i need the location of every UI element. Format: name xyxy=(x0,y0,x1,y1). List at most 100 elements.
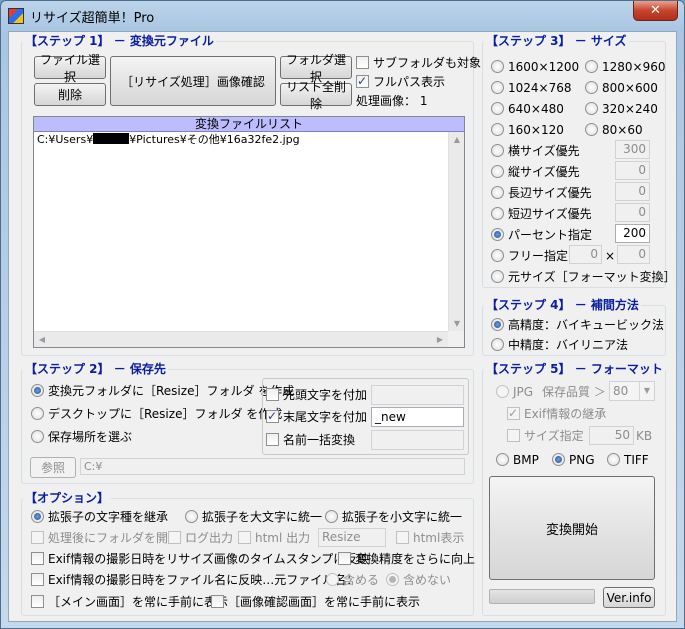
html-output-checkbox[interactable]: html 出力 xyxy=(238,530,310,546)
percent-input[interactable]: 200 xyxy=(615,224,650,243)
long-side-input[interactable]: 0 xyxy=(615,182,650,201)
short-side-radio[interactable]: 短辺サイズ優先 xyxy=(491,206,592,222)
free-width-input[interactable]: 0 xyxy=(569,245,602,264)
html-name-input[interactable]: Resize xyxy=(318,528,386,547)
preview-topmost-label: ［画像確認画面］を常に手前に表示 xyxy=(228,595,421,609)
checkbox-box xyxy=(211,595,224,608)
jpg-quality-select[interactable]: 80 ▼ xyxy=(609,381,655,401)
size-320-radio[interactable]: 320×240 xyxy=(585,101,658,117)
scroll-up-icon[interactable]: ▲ xyxy=(449,132,465,148)
radio-dot xyxy=(491,165,504,178)
prefix-checkbox[interactable]: 先頭文字を付加 xyxy=(266,387,367,403)
prefix-input[interactable] xyxy=(371,385,464,405)
scroll-left-icon[interactable]: ◀ xyxy=(34,332,50,348)
exif-timestamp-checkbox[interactable]: Exif情報の撮影日時をリサイズ画像のタイムスタンプに反映 xyxy=(31,551,369,567)
processed-count: 処理画像： 1 xyxy=(356,93,427,109)
height-priority-input[interactable]: 0 xyxy=(615,161,650,180)
size-80-label: 80×60 xyxy=(602,123,643,137)
full-path-checkbox[interactable]: フルパス表示 xyxy=(356,73,445,90)
ext-upper-radio[interactable]: 拡張子を大文字に統一 xyxy=(185,509,322,525)
clear-list-button[interactable]: リスト全削除 xyxy=(280,80,352,111)
list-item[interactable]: C:¥Users¥ ¥Pictures¥その他¥16a32fe2.jpg xyxy=(37,133,300,147)
folder-select-button[interactable]: フォルダ選択 xyxy=(280,53,352,84)
size-80-radio[interactable]: 80×60 xyxy=(585,122,643,138)
long-side-radio[interactable]: 長辺サイズ優先 xyxy=(491,185,592,201)
progress-bar xyxy=(489,589,595,604)
checkbox-box xyxy=(168,531,181,544)
scroll-right-icon[interactable]: ▶ xyxy=(432,332,448,348)
file-list[interactable]: 変換ファイルリスト C:¥Users¥ ¥Pictures¥その他¥16a32fe… xyxy=(33,116,465,348)
scroll-down-icon[interactable]: ▼ xyxy=(449,316,465,332)
radio-dot xyxy=(491,60,504,73)
improve-precision-checkbox[interactable]: 変換精度をさらに向上 xyxy=(338,551,475,567)
size-1600-radio[interactable]: 1600×1200 xyxy=(491,59,579,75)
rename-checkbox[interactable]: 名前一括変換 xyxy=(266,432,355,448)
size-1280-radio[interactable]: 1280×960 xyxy=(585,59,666,75)
jpg-radio[interactable]: JPG xyxy=(496,384,533,400)
bmp-radio[interactable]: BMP xyxy=(496,452,539,468)
size-320-label: 320×240 xyxy=(602,102,658,116)
radio-dot xyxy=(585,102,598,115)
horizontal-scrollbar[interactable]: ◀ ▶ xyxy=(34,331,448,347)
size-spec-checkbox[interactable]: サイズ指定 xyxy=(507,428,584,444)
convert-start-button[interactable]: 変換開始 xyxy=(489,476,655,580)
open-folder-checkbox[interactable]: 処理後にフォルダを開く xyxy=(31,530,180,546)
vertical-scrollbar[interactable]: ▲ ▼ xyxy=(448,132,464,332)
size-spec-label: サイズ指定 xyxy=(524,429,584,443)
rename-input[interactable] xyxy=(371,430,464,450)
suffix-input[interactable]: _new xyxy=(371,407,464,427)
browse-button[interactable]: 参照 xyxy=(30,457,76,478)
original-size-radio[interactable]: 元サイズ［フォーマット変換］ xyxy=(491,269,676,285)
exclude-orig-radio[interactable]: 含めない xyxy=(386,572,451,588)
file-select-button[interactable]: ファイル選択 xyxy=(34,53,106,84)
png-radio[interactable]: PNG xyxy=(552,452,595,468)
radio-dot xyxy=(386,573,399,586)
prefix-label: 先頭文字を付加 xyxy=(283,388,368,402)
close-button[interactable]: ✕ xyxy=(633,1,678,21)
bilinear-label: 中精度：バイリニア法 xyxy=(508,338,629,352)
save-path-input[interactable]: C:¥ xyxy=(80,458,465,475)
include-subfolders-checkbox[interactable]: サブフォルダも対象 xyxy=(356,55,481,71)
radio-dot xyxy=(31,407,44,420)
width-priority-radio[interactable]: 横サイズ優先 xyxy=(491,143,580,159)
tiff-radio[interactable]: TIFF xyxy=(607,452,649,468)
radio-dot xyxy=(31,384,44,397)
ext-lower-radio[interactable]: 拡張子を小文字に統一 xyxy=(325,509,462,525)
size-640-radio[interactable]: 640×480 xyxy=(491,101,564,117)
bicubic-radio[interactable]: 高精度：バイキュービック法 xyxy=(491,317,664,333)
preview-topmost-checkbox[interactable]: ［画像確認画面］を常に手前に表示 xyxy=(211,594,420,610)
suffix-checkbox[interactable]: 末尾文字を付加 xyxy=(266,408,367,425)
height-priority-radio[interactable]: 縦サイズ優先 xyxy=(491,164,580,180)
save-source-folder-radio[interactable]: 変換元フォルダに［Resize］フォルダ を作成 xyxy=(31,383,294,399)
bilinear-radio[interactable]: 中精度：バイリニア法 xyxy=(491,337,628,353)
bmp-label: BMP xyxy=(513,453,539,467)
size-800-radio[interactable]: 800×600 xyxy=(585,80,658,96)
include-orig-radio[interactable]: 含める xyxy=(326,572,379,588)
ext-lower-label: 拡張子を小文字に統一 xyxy=(342,510,463,524)
html-show-checkbox[interactable]: html表示 xyxy=(396,530,464,546)
bicubic-label: 高精度：バイキュービック法 xyxy=(508,318,665,332)
short-side-input[interactable]: 0 xyxy=(615,203,650,222)
open-folder-label: 処理後にフォルダを開く xyxy=(48,531,181,545)
percent-radio[interactable]: パーセント指定 xyxy=(491,227,592,243)
size-1024-radio[interactable]: 1024×768 xyxy=(491,80,572,96)
title-bar[interactable]: リサイズ超簡単！Pro ✕ xyxy=(1,1,684,31)
file-list-header: 変換ファイルリスト xyxy=(34,117,464,132)
exif-filename-checkbox[interactable]: Exif情報の撮影日時をファイル名に反映…元ファイル名： xyxy=(31,572,358,588)
main-topmost-checkbox[interactable]: ［メイン画面］を常に手前に表示 xyxy=(31,594,228,610)
free-size-radio[interactable]: フリー指定 xyxy=(491,248,568,264)
width-priority-input[interactable]: 300 xyxy=(615,140,650,159)
save-desktop-radio[interactable]: デスクトップに［Resize］フォルダ を作成 xyxy=(31,406,282,422)
version-info-button[interactable]: Ver.info xyxy=(603,587,655,608)
save-choose-radio[interactable]: 保存場所を選ぶ xyxy=(31,429,132,445)
delete-button[interactable]: 削除 xyxy=(34,83,106,106)
log-output-label: ログ出力 xyxy=(185,531,234,545)
ext-keep-radio[interactable]: 拡張子の文字種を継承 xyxy=(31,509,168,525)
checkbox-box xyxy=(238,531,251,544)
resize-preview-button[interactable]: ［リサイズ処理］画像確認 xyxy=(110,56,276,106)
size-spec-input[interactable]: 50 xyxy=(589,426,634,445)
exif-keep-checkbox[interactable]: Exif情報の継承 xyxy=(507,405,606,422)
size-160-radio[interactable]: 160×120 xyxy=(491,122,564,138)
free-height-input[interactable]: 0 xyxy=(617,245,650,264)
log-output-checkbox[interactable]: ログ出力 xyxy=(168,530,233,546)
